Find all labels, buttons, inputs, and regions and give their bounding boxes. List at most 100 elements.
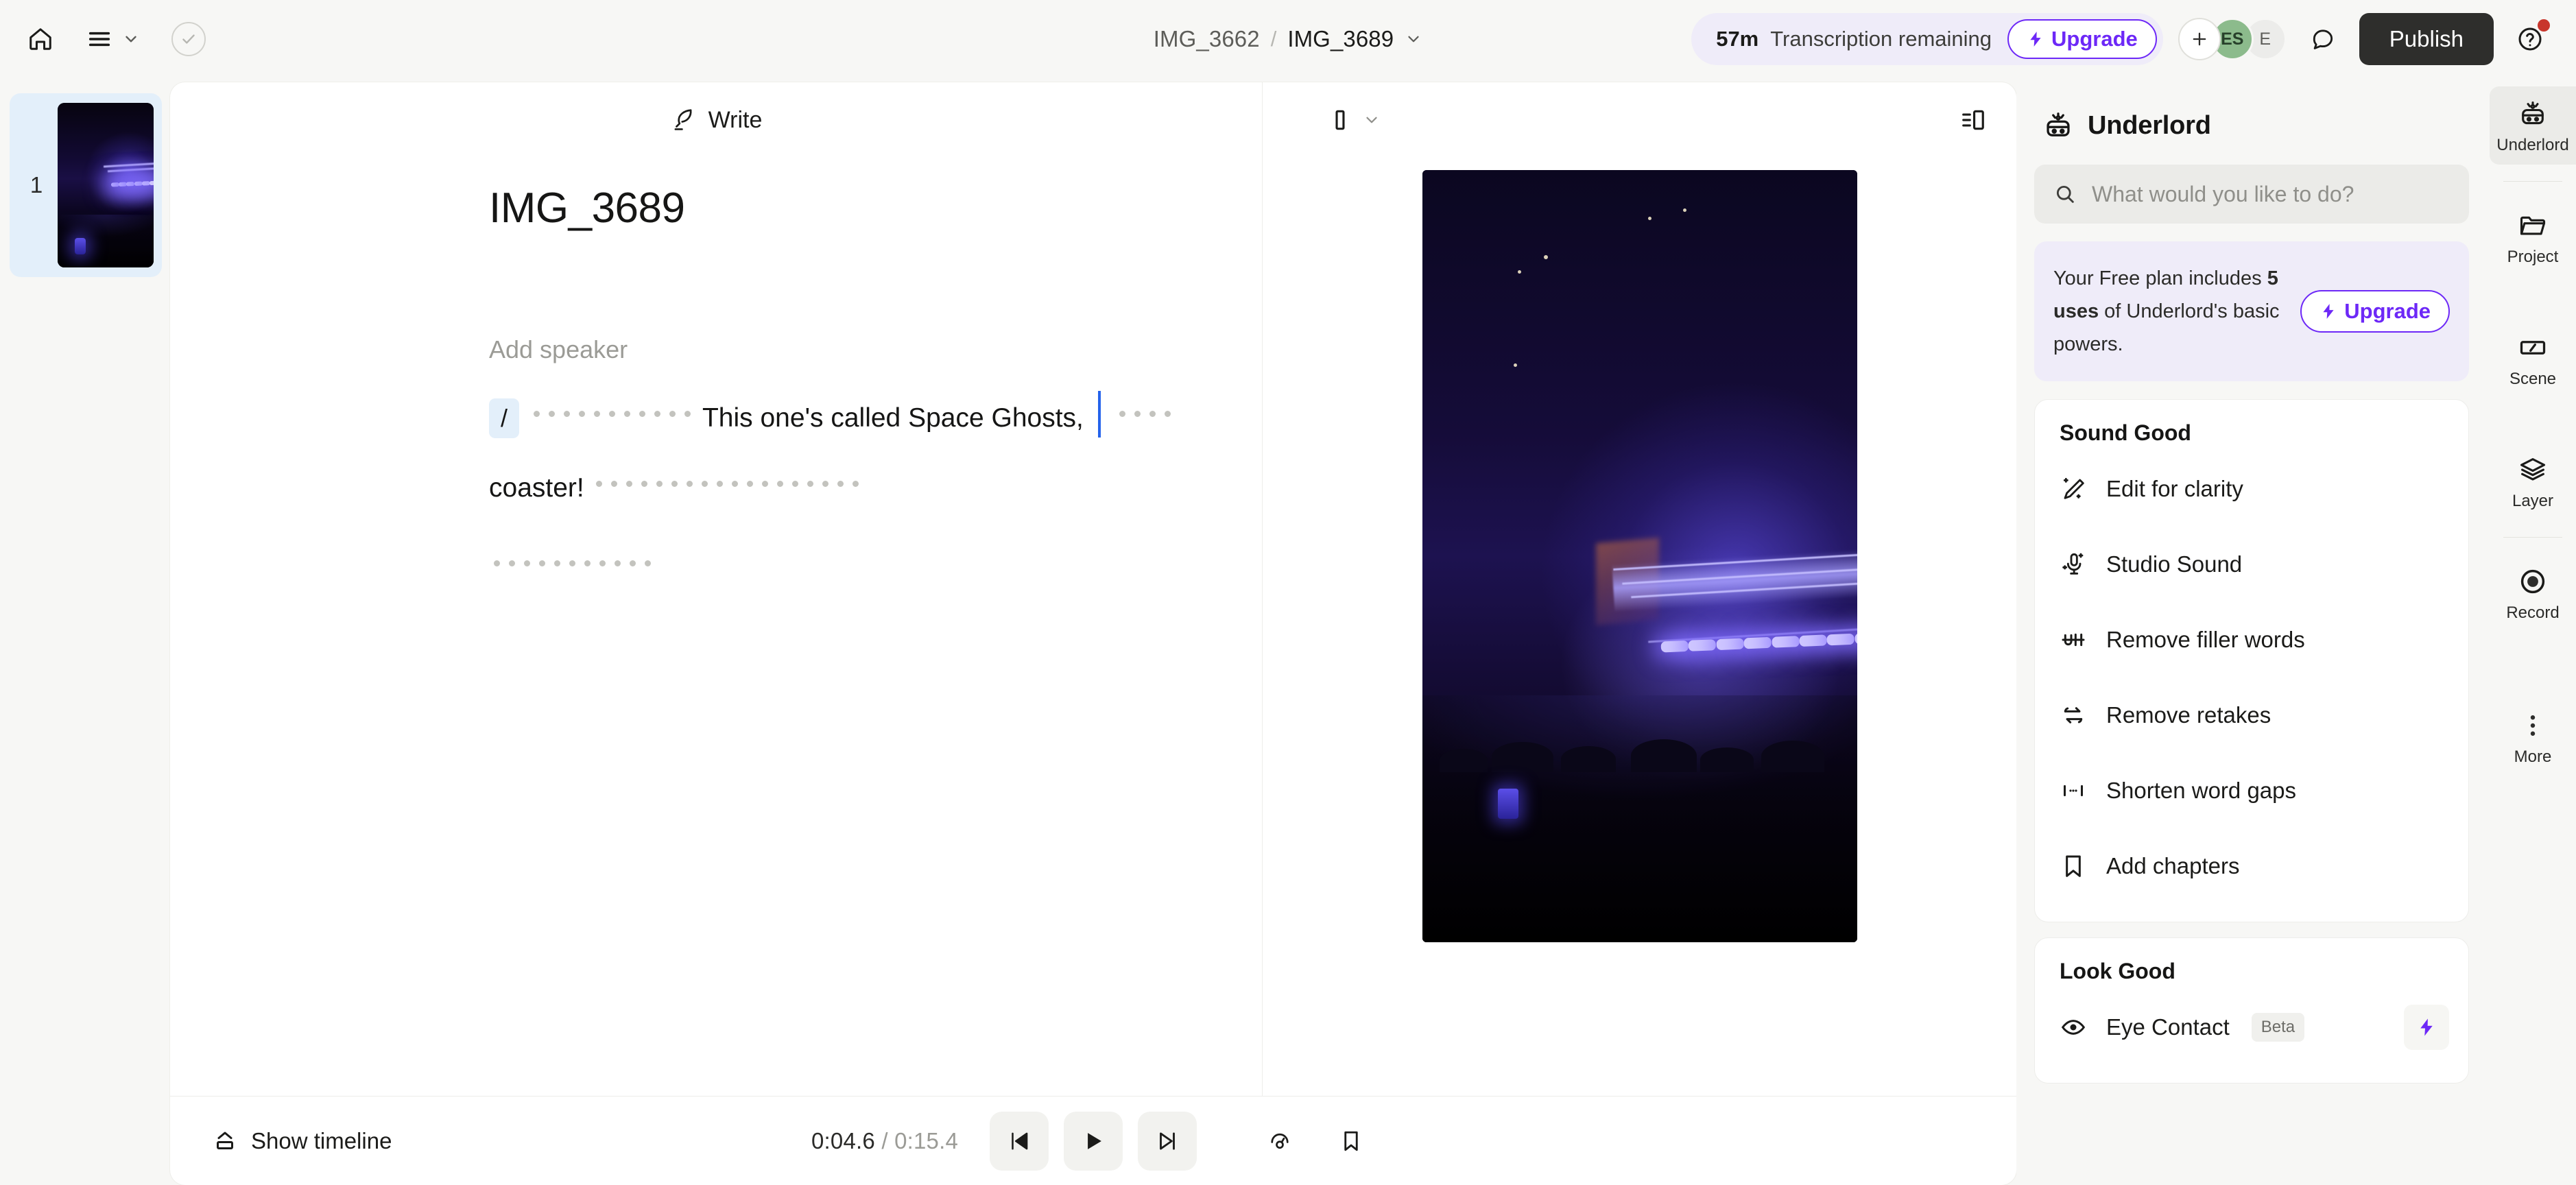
document-toolbar: Write [170, 82, 1262, 158]
lightning-bolt-icon [2319, 302, 2337, 320]
transport-controls [990, 1112, 1197, 1171]
layout-toggle-button[interactable] [1953, 100, 1993, 140]
document-body[interactable]: IMG_3689 Add speaker / This one's called… [170, 158, 1262, 603]
scene-item[interactable]: 1 [10, 93, 162, 277]
rail-divider [2503, 537, 2562, 538]
comments-button[interactable] [2302, 18, 2344, 60]
total-time: 0:15.4 [894, 1128, 958, 1153]
pause-dots [489, 533, 655, 560]
rail-item-label: Layer [2512, 492, 2553, 511]
chevron-down-icon [1363, 111, 1381, 129]
scene-number: 1 [15, 172, 58, 198]
action-eye-contact[interactable]: Eye Contact Beta [2035, 990, 2468, 1065]
layers-icon [2518, 455, 2548, 485]
scene-icon [2518, 333, 2548, 363]
current-time: 0:04.6 [811, 1128, 875, 1153]
chevron-down-icon[interactable] [1405, 30, 1422, 48]
rail-item-label: Record [2506, 603, 2559, 623]
action-remove-filler-words[interactable]: Remove filler words [2035, 602, 2468, 678]
save-status-button[interactable] [171, 22, 206, 56]
video-frame-phone-screen [1498, 789, 1518, 819]
add-bookmark-button[interactable] [1327, 1117, 1375, 1165]
action-label: Add chapters [2106, 853, 2239, 879]
rail-item-record[interactable]: Record [2490, 554, 2576, 632]
action-label: Shorten word gaps [2106, 778, 2296, 804]
skip-back-button[interactable] [990, 1112, 1049, 1171]
app-body: 1 [0, 78, 2576, 1185]
premium-indicator[interactable] [2404, 1005, 2449, 1050]
section-title: Look Good [2035, 959, 2468, 990]
section-title: Sound Good [2035, 420, 2468, 451]
transcript-sentence[interactable]: This one's called Space Ghosts, [702, 403, 1084, 433]
lightning-bolt-icon [2416, 1017, 2437, 1038]
add-collaborator-button[interactable] [2178, 18, 2221, 60]
rail-item-layer[interactable]: Layer [2490, 442, 2576, 520]
right-tool-rail: Underlord Project Sc [2490, 78, 2576, 1185]
action-shorten-word-gaps[interactable]: Shorten word gaps [2035, 753, 2468, 828]
breadcrumb-parent[interactable]: IMG_3662 [1154, 26, 1260, 52]
add-speaker-button[interactable]: Add speaker [489, 335, 1214, 364]
menu-button[interactable] [74, 18, 144, 60]
pause-dots [529, 383, 695, 410]
video-frame-spark [1648, 217, 1651, 220]
video-frame-spark [1514, 363, 1517, 367]
action-edit-for-clarity[interactable]: Edit for clarity [2035, 451, 2468, 527]
playback-extra-controls [1256, 1117, 1375, 1165]
eject-up-icon [213, 1129, 237, 1153]
video-preview[interactable] [1422, 170, 1857, 942]
scene-thumbnail [58, 103, 154, 267]
breadcrumb-current[interactable]: IMG_3689 [1287, 26, 1394, 52]
rail-item-project[interactable]: Project [2490, 198, 2576, 276]
underlord-robot-icon [2518, 99, 2548, 129]
record-circle-icon [2518, 566, 2548, 597]
show-timeline-button[interactable]: Show timeline [202, 1121, 403, 1161]
header-upgrade-button[interactable]: Upgrade [2007, 19, 2157, 59]
transcript-sentence[interactable]: coaster! [489, 473, 584, 503]
play-icon [1080, 1128, 1106, 1154]
editor-container: Write IMG_3689 Add speaker / This one's … [170, 82, 2016, 1185]
rail-item-more[interactable]: More [2490, 698, 2576, 776]
comment-bubble-icon [2310, 26, 2336, 52]
plus-icon [2190, 29, 2209, 49]
scene-marker-chip[interactable]: / [489, 398, 519, 438]
header-right-group: 57m Transcription remaining Upgrade ES E [1691, 13, 2551, 65]
underlord-search-input[interactable] [2092, 182, 2450, 207]
split-layout-icon [1960, 107, 1986, 133]
playback-bar: Show timeline 0:04.6 / 0:15.4 [170, 1096, 2016, 1185]
action-add-chapters[interactable]: Add chapters [2035, 828, 2468, 904]
playback-speed-button[interactable] [1256, 1117, 1304, 1165]
transcription-label: Transcription remaining [1770, 27, 1992, 51]
breadcrumb-separator: / [1271, 27, 1277, 51]
transcript-text[interactable]: / This one's called Space Ghosts, coaste… [489, 383, 1214, 603]
quill-pen-icon [670, 107, 696, 133]
promo-upgrade-button[interactable]: Upgrade [2300, 290, 2450, 333]
underlord-robot-icon [2042, 110, 2074, 141]
rail-item-label: Underlord [2496, 136, 2568, 155]
aspect-ratio-button[interactable] [1319, 103, 1390, 137]
time-display: 0:04.6 / 0:15.4 [811, 1128, 958, 1154]
rail-item-underlord[interactable]: Underlord [2490, 86, 2576, 165]
underlord-actions-scroll[interactable]: Sound Good Edit for clarity [2034, 399, 2469, 1185]
write-label: Write [708, 107, 763, 134]
play-button[interactable] [1064, 1112, 1123, 1171]
underlord-title: Underlord [2088, 111, 2211, 141]
more-vertical-icon [2518, 710, 2548, 741]
skip-forward-button[interactable] [1138, 1112, 1197, 1171]
descript-editor-window: IMG_3662 / IMG_3689 57m Transcription re… [0, 0, 2576, 1185]
action-studio-sound[interactable]: Studio Sound [2035, 527, 2468, 602]
help-button[interactable] [2509, 18, 2551, 60]
free-plan-promo-text: Your Free plan includes 5 uses of Underl… [2053, 262, 2288, 361]
action-remove-retakes[interactable]: Remove retakes [2035, 678, 2468, 753]
playback-center-group: 0:04.6 / 0:15.4 [170, 1112, 2016, 1171]
rail-divider [2503, 181, 2562, 182]
underlord-search-box[interactable] [2034, 165, 2469, 224]
page-title[interactable]: IMG_3689 [489, 184, 1214, 232]
video-stage [1263, 158, 2016, 1096]
rail-item-scene[interactable]: Scene [2490, 320, 2576, 398]
home-button[interactable] [19, 18, 62, 60]
write-button[interactable]: Write [655, 100, 778, 141]
scene-list: 1 [0, 78, 170, 1185]
publish-button[interactable]: Publish [2359, 13, 2494, 65]
bookmark-icon [1339, 1129, 1363, 1153]
bookmark-icon [2060, 852, 2087, 880]
